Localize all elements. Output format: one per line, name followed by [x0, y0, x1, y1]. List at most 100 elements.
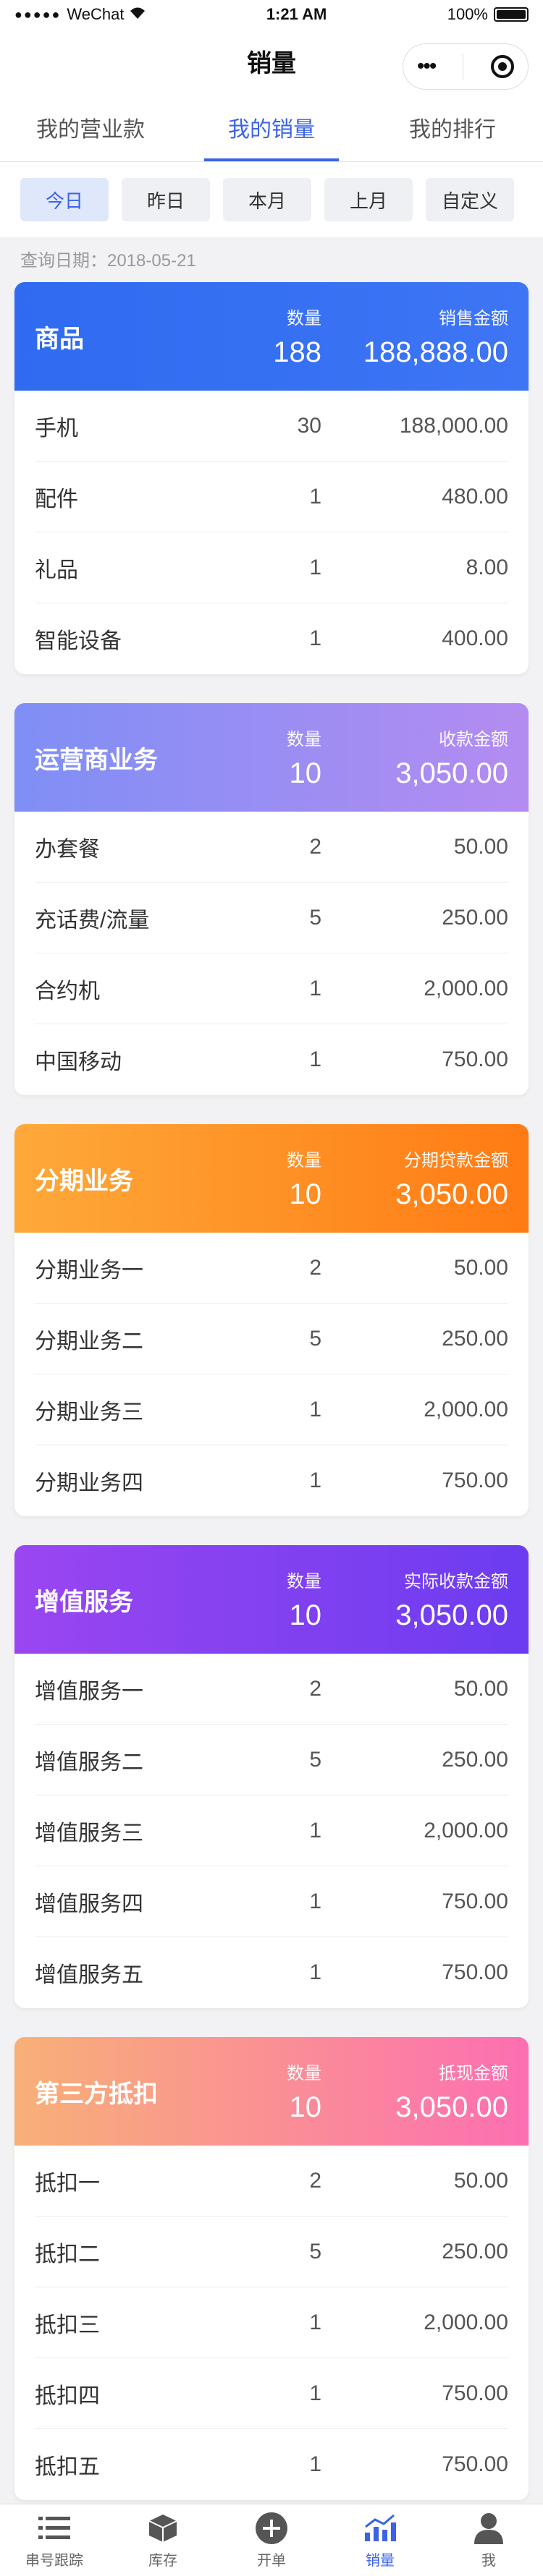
- card-qty-label: 数量: [287, 1151, 321, 1170]
- table-row[interactable]: 配件 1 480.00: [35, 462, 508, 532]
- tabbar-item-order[interactable]: 开单: [217, 2504, 326, 2576]
- table-row[interactable]: 增值服务五 1 750.00: [35, 1937, 508, 2008]
- row-qty: 1: [309, 2381, 321, 2405]
- row-qty: 2: [309, 834, 321, 859]
- table-row[interactable]: 抵扣五 1 750.00: [35, 2429, 508, 2500]
- row-amount: 750.00: [442, 1889, 508, 1913]
- filter-custom[interactable]: 自定义: [426, 178, 514, 221]
- status-bar: ●●●●● WeChat 1:21 AM 100%: [0, 0, 543, 29]
- tab-revenue[interactable]: 我的营业款: [0, 93, 181, 161]
- row-qty: 2: [309, 2168, 321, 2193]
- card-header: 第三方抵扣 数量 10 抵现金额 3,050.00: [14, 2037, 529, 2146]
- row-amount: 750.00: [442, 1468, 508, 1492]
- card-amount-summary: 实际收款金额 3,050.00: [342, 1567, 508, 1632]
- filter-this-month[interactable]: 本月: [223, 178, 311, 221]
- close-target-icon[interactable]: [491, 55, 515, 78]
- table-row[interactable]: 中国移动 1 750.00: [35, 1024, 508, 1095]
- table-row[interactable]: 办套餐 2 50.00: [35, 812, 508, 883]
- table-row[interactable]: 合约机 1 2,000.00: [35, 953, 508, 1024]
- more-icon[interactable]: •••: [417, 54, 437, 79]
- table-row[interactable]: 抵扣二 5 250.00: [35, 2216, 508, 2287]
- card-amount-total: 3,050.00: [395, 757, 508, 789]
- row-amount: 750.00: [442, 1960, 508, 1984]
- card-title: 增值服务: [35, 1588, 133, 1616]
- card-title: 运营商业务: [35, 746, 158, 774]
- filter-today[interactable]: 今日: [20, 178, 109, 221]
- tabbar-item-me[interactable]: 我: [434, 2504, 543, 2576]
- card-rows: 手机 30 188,000.00 配件 1 480.00 礼品 1 8.00 智能设备 1 400.0…: [14, 391, 529, 674]
- card-header: 商品 数量 188 销售金额 188,888.00: [14, 282, 529, 391]
- sales-card: 分期业务 数量 10 分期贷款金额 3,050.00 分期业务一 2 50.00 分期业务二 5 2…: [14, 1124, 529, 1516]
- row-amount: 750.00: [442, 2381, 508, 2405]
- card-qty-total: 10: [289, 757, 322, 789]
- row-amount: 2,000.00: [424, 976, 508, 1000]
- tab-sales[interactable]: 我的销量: [181, 93, 362, 161]
- card-rows: 分期业务一 2 50.00 分期业务二 5 250.00 分期业务三 1 2,000.00 分期业…: [14, 1233, 529, 1516]
- row-name: 智能设备: [35, 629, 122, 653]
- table-row[interactable]: 手机 30 188,000.00: [35, 391, 508, 462]
- page-title: 销量: [247, 49, 296, 77]
- row-name: 抵扣一: [35, 2171, 100, 2195]
- top-tabs: 我的营业款 我的销量 我的排行: [0, 93, 543, 162]
- table-row[interactable]: 分期业务二 5 250.00: [35, 1304, 508, 1374]
- card-amount-summary: 抵现金额 3,050.00: [342, 2059, 508, 2124]
- row-qty: 1: [309, 1889, 321, 1913]
- row-qty: 1: [309, 2310, 321, 2334]
- chart-icon: [363, 2511, 397, 2546]
- row-amount: 480.00: [442, 484, 508, 509]
- table-row[interactable]: 充话费/流量 5 250.00: [35, 883, 508, 953]
- row-qty: 5: [309, 2239, 321, 2263]
- table-row[interactable]: 分期业务三 1 2,000.00: [35, 1374, 508, 1445]
- card-qty-summary: 数量 10: [227, 2059, 321, 2124]
- row-name: 分期业务一: [35, 1258, 143, 1283]
- table-row[interactable]: 增值服务四 1 750.00: [35, 1866, 508, 1937]
- tabbar-item-imei[interactable]: 串号跟踪: [0, 2504, 109, 2576]
- row-amount: 8.00: [466, 555, 508, 579]
- row-qty: 5: [309, 1326, 321, 1351]
- row-name: 礼品: [35, 558, 78, 582]
- sales-card: 运营商业务 数量 10 收款金额 3,050.00 办套餐 2 50.00 充话费/流量 5 250…: [14, 703, 529, 1095]
- row-name: 合约机: [35, 979, 100, 1003]
- card-qty-label: 数量: [287, 2064, 321, 2083]
- table-row[interactable]: 增值服务一 2 50.00: [35, 1654, 508, 1725]
- sales-card: 商品 数量 188 销售金额 188,888.00 手机 30 188,000.00 配件 1 48…: [14, 282, 529, 674]
- sales-card: 第三方抵扣 数量 10 抵现金额 3,050.00 抵扣一 2 50.00 抵扣二 5 250.00…: [14, 2037, 529, 2500]
- card-qty-label: 数量: [287, 1572, 321, 1591]
- card-qty-summary: 数量 10: [227, 1146, 321, 1211]
- tabbar-item-stock[interactable]: 库存: [109, 2504, 217, 2576]
- tab-ranking[interactable]: 我的排行: [362, 93, 543, 161]
- table-row[interactable]: 增值服务二 5 250.00: [35, 1725, 508, 1795]
- table-row[interactable]: 分期业务一 2 50.00: [35, 1233, 508, 1304]
- table-row[interactable]: 增值服务三 1 2,000.00: [35, 1795, 508, 1866]
- tabbar-label: 串号跟踪: [25, 2553, 83, 2569]
- card-qty-total: 188: [273, 336, 321, 368]
- card-header: 增值服务 数量 10 实际收款金额 3,050.00: [14, 1545, 529, 1654]
- row-name: 增值服务五: [35, 1963, 143, 1987]
- list-icon: [37, 2511, 72, 2546]
- sales-cards: 商品 数量 188 销售金额 188,888.00 手机 30 188,000.00 配件 1 48…: [0, 282, 543, 2500]
- row-name: 办套餐: [35, 837, 100, 862]
- status-left: ●●●●● WeChat: [14, 5, 146, 24]
- table-row[interactable]: 分期业务四 1 750.00: [35, 1445, 508, 1516]
- row-amount: 2,000.00: [424, 1397, 508, 1421]
- row-qty: 1: [309, 1047, 321, 1071]
- tabbar-label: 销量: [366, 2553, 395, 2569]
- table-row[interactable]: 礼品 1 8.00: [35, 532, 508, 603]
- user-icon: [471, 2511, 506, 2546]
- card-rows: 办套餐 2 50.00 充话费/流量 5 250.00 合约机 1 2,000.00 中国移动 1 7…: [14, 812, 529, 1095]
- row-name: 充话费/流量: [35, 908, 150, 932]
- row-amount: 400.00: [442, 626, 508, 650]
- table-row[interactable]: 智能设备 1 400.00: [35, 603, 508, 674]
- card-title: 商品: [35, 325, 84, 353]
- status-right: 100%: [447, 5, 529, 24]
- filter-last-month[interactable]: 上月: [324, 178, 413, 221]
- table-row[interactable]: 抵扣四 1 750.00: [35, 2358, 508, 2429]
- table-row[interactable]: 抵扣三 1 2,000.00: [35, 2287, 508, 2358]
- card-qty-total: 10: [289, 2091, 322, 2123]
- tabbar-item-sales[interactable]: 销量: [326, 2504, 434, 2576]
- row-name: 增值服务二: [35, 1750, 143, 1774]
- table-row[interactable]: 抵扣一 2 50.00: [35, 2146, 508, 2216]
- filter-yesterday[interactable]: 昨日: [122, 178, 210, 221]
- card-amount-label: 抵现金额: [439, 2064, 508, 2083]
- card-amount-label: 分期贷款金额: [404, 1151, 508, 1170]
